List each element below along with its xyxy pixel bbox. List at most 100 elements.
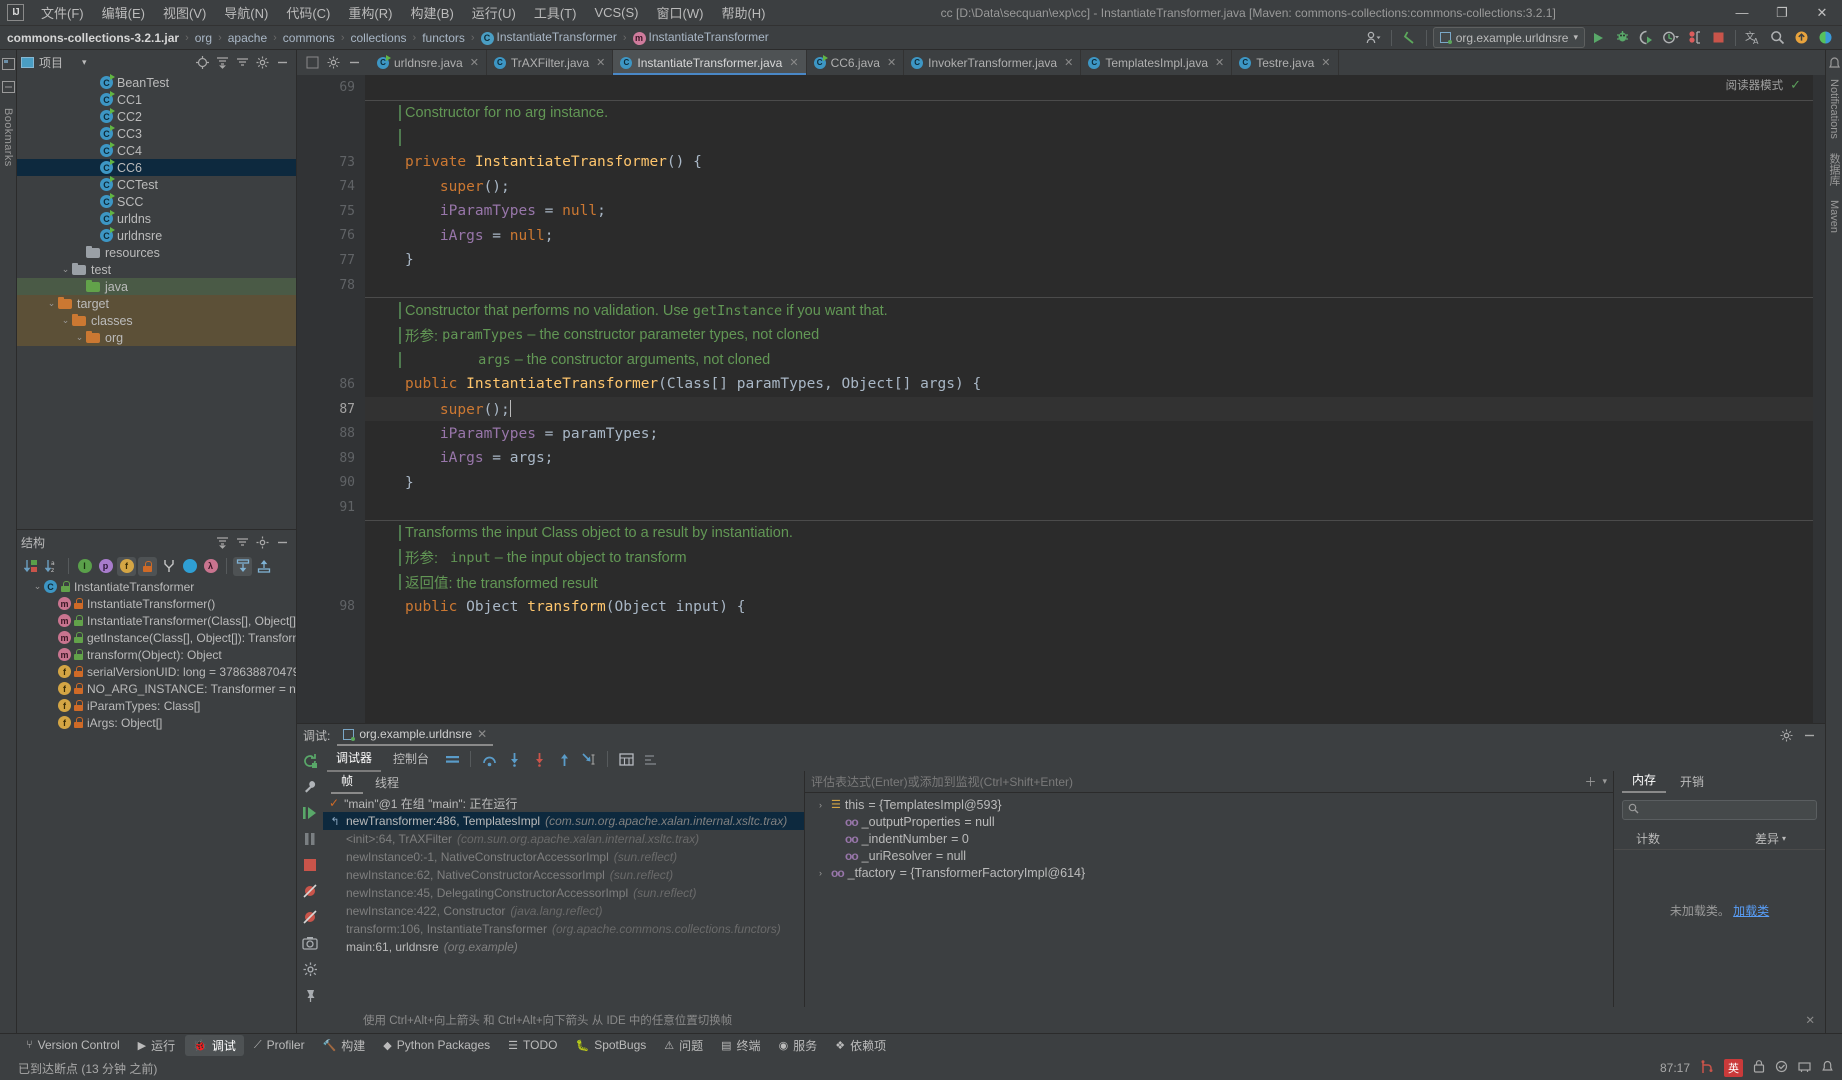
menu-item-4[interactable]: 代码(C)	[277, 0, 339, 26]
code-line-77[interactable]: }	[365, 248, 1813, 273]
javadoc-line[interactable]: 返回值: the transformed result	[365, 570, 1813, 595]
resume-icon[interactable]	[300, 803, 320, 823]
chevron-down-icon[interactable]: ▾	[1602, 776, 1607, 787]
back-arrow-icon[interactable]	[1398, 27, 1420, 49]
tool-window-button--[interactable]: ⚠ 问题	[656, 1035, 711, 1056]
menu-item-5[interactable]: 重构(R)	[339, 0, 401, 26]
close-icon[interactable]: ✕	[596, 56, 605, 69]
evaluate-expression-bar[interactable]: 评估表达式(Enter)或添加到监视(Ctrl+Shift+Enter) ＋ ▾	[805, 771, 1613, 793]
debug-icon[interactable]	[1611, 27, 1633, 49]
editor-tab-cc6[interactable]: C CC6.java ✕	[807, 50, 905, 75]
editor-code[interactable]: Constructor for no arg instance. private …	[365, 75, 1813, 723]
structure-item-getinstance-class-object-transformer[interactable]: m getInstance(Class[], Object[]): Transfo…	[17, 629, 296, 646]
pin-icon[interactable]	[300, 985, 320, 1005]
autoscroll-to-source-icon[interactable]	[233, 556, 252, 576]
gutter-line-77[interactable]: 77	[309, 248, 355, 273]
javadoc-line[interactable]: 形参: input – the input object to transfor…	[365, 545, 1813, 570]
empty-line[interactable]	[365, 75, 1813, 100]
bookmarks-strip-label[interactable]: Bookmarks	[2, 108, 14, 167]
empty-line[interactable]	[365, 495, 1813, 520]
settings-wrench-icon[interactable]	[300, 777, 320, 797]
chevron-down-icon[interactable]: ⌄	[45, 298, 58, 309]
step-over-icon[interactable]	[478, 748, 500, 770]
expand-all-icon[interactable]	[213, 53, 232, 72]
settings-icon[interactable]	[253, 53, 272, 72]
variable-row-this[interactable]: › ☰ this = {TemplatesImpl@593}	[805, 796, 1613, 813]
updates-icon[interactable]	[1790, 27, 1812, 49]
project-tree-item-classes[interactable]: ⌄ classes	[17, 312, 296, 329]
breadcrumb-item-0[interactable]: commons-collections-3.2.1.jar	[4, 31, 182, 45]
project-tree-item-cc2[interactable]: C CC2	[17, 108, 296, 125]
camera-icon[interactable]	[300, 933, 320, 953]
threads-view-icon[interactable]	[640, 748, 662, 770]
gutter-line-87[interactable]: 87	[309, 397, 355, 422]
structure-item-serialversionuid-long-378638870479335840[interactable]: f serialVersionUID: long = 37863887047933…	[17, 663, 296, 680]
code-line-98[interactable]: public Object transform(Object input) {	[365, 594, 1813, 619]
memory-indicator-icon[interactable]	[1798, 1060, 1811, 1076]
thread-status-row[interactable]: ✓ "main"@1 在组 "main": 正在运行	[323, 794, 804, 812]
chevron-down-icon[interactable]: ▾	[82, 57, 87, 68]
ime-indicator[interactable]: 英	[1724, 1059, 1743, 1077]
breadcrumb-item-6[interactable]: C InstantiateTransformer	[478, 30, 620, 45]
tool-window-button-version-control[interactable]: ⑂ Version Control	[18, 1036, 128, 1054]
sort-by-visibility-icon[interactable]	[22, 557, 41, 576]
right-strip-label-maven[interactable]: Maven	[1828, 200, 1840, 233]
step-out-icon[interactable]	[553, 748, 575, 770]
memory-column-diff[interactable]: 差异 ▾	[1755, 830, 1825, 847]
project-tree-item-cc1[interactable]: C CC1	[17, 91, 296, 108]
stack-frame-6[interactable]: transform:106, InstantiateTransformer (or…	[323, 920, 804, 938]
stack-frame-4[interactable]: newInstance:45, DelegatingConstructorAcc…	[323, 884, 804, 902]
close-icon[interactable]: ✕	[477, 727, 487, 741]
project-tree-item-cctest[interactable]: C CCTest	[17, 176, 296, 193]
right-strip-label-notifications[interactable]: Notifications	[1828, 79, 1840, 139]
gutter-line-69[interactable]: 69	[309, 75, 355, 100]
structure-item-transform-object-object[interactable]: m transform(Object): Object	[17, 646, 296, 663]
notifications-icon[interactable]	[1827, 56, 1842, 71]
project-tree-item-resources[interactable]: resources	[17, 244, 296, 261]
lock-icon[interactable]	[1753, 1060, 1765, 1076]
commit-tool-icon[interactable]	[1, 79, 16, 94]
step-into-icon[interactable]	[503, 748, 525, 770]
stack-frame-7[interactable]: main:61, urldnsre (org.example)	[323, 938, 804, 956]
code-line-89[interactable]: iArgs = args;	[365, 446, 1813, 471]
stack-frame-5[interactable]: newInstance:422, Constructor (java.lang.r…	[323, 902, 804, 920]
javadoc-line[interactable]: Constructor for no arg instance.	[365, 101, 1813, 126]
variable-row-uriResolver[interactable]: oo _uriResolver = null	[805, 847, 1613, 864]
structure-item-iargs-object-[interactable]: f iArgs: Object[]	[17, 714, 296, 731]
gutter-line-86[interactable]: 86	[309, 372, 355, 397]
maximize-button[interactable]: ❐	[1762, 0, 1802, 26]
breadcrumb-item-7[interactable]: m InstantiateTransformer	[630, 30, 772, 45]
show-inherited-icon[interactable]: I	[75, 557, 94, 576]
hide-icon[interactable]	[273, 53, 292, 72]
tool-window-button--[interactable]: ▶ 运行	[130, 1035, 183, 1056]
show-fields-icon[interactable]: f	[117, 556, 136, 576]
feedback-icon[interactable]	[1814, 27, 1836, 49]
menu-item-1[interactable]: 编辑(E)	[93, 0, 154, 26]
stack-frame-0[interactable]: ↰ newTransformer:486, TemplatesImpl (com.s…	[323, 812, 804, 830]
gutter-line-74[interactable]: 74	[309, 174, 355, 199]
variables-list[interactable]: › ☰ this = {TemplatesImpl@593} oo _outputPro…	[805, 793, 1613, 1007]
tool-window-button-profiler[interactable]: ⟋ Profiler	[246, 1036, 313, 1054]
pause-icon[interactable]	[300, 829, 320, 849]
tool-window-button--[interactable]: 🐞 调试	[185, 1034, 244, 1056]
editor-tab-testre[interactable]: C Testre.java ✕	[1232, 50, 1339, 75]
tool-window-button--[interactable]: 🔨 构建	[315, 1035, 374, 1056]
breadcrumb-item-3[interactable]: commons	[280, 31, 338, 45]
autoscroll-from-source-icon[interactable]	[254, 557, 273, 576]
close-icon[interactable]: ✕	[887, 56, 896, 69]
close-icon[interactable]: ✕	[1064, 56, 1073, 69]
minimize-button[interactable]: —	[1722, 0, 1762, 26]
project-tree-item-urldnsre[interactable]: Curldnsre	[17, 227, 296, 244]
chevron-right-icon[interactable]: ›	[811, 866, 827, 880]
chevron-right-icon[interactable]: ›	[811, 798, 827, 812]
close-icon[interactable]: ✕	[470, 56, 479, 69]
code-line-86[interactable]: public InstantiateTransformer(Class[] pa…	[365, 372, 1813, 397]
group-methods-icon[interactable]	[159, 557, 178, 576]
project-tree[interactable]: C BeanTest C CC1 C CC2 C CC3 C CC4 C CC6 C CCTest C SCC…	[17, 74, 296, 529]
show-execution-point-icon[interactable]	[441, 748, 463, 770]
tool-window-button-spotbugs[interactable]: 🐛 SpotBugs	[568, 1036, 655, 1054]
editor-tab-urldnsre[interactable]: Curldnsre.java ✕	[370, 50, 487, 75]
code-line-75[interactable]: iParamTypes = null;	[365, 199, 1813, 224]
tool-window-button-python-packages[interactable]: ◆ Python Packages	[375, 1036, 498, 1054]
settings-gear-icon[interactable]	[300, 959, 320, 979]
